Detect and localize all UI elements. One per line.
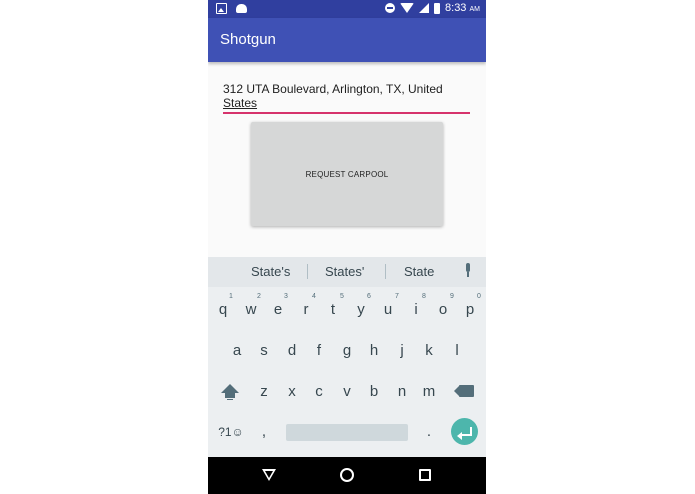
key-m[interactable]: m (416, 383, 442, 400)
request-carpool-button[interactable]: REQUEST CARPOOL (251, 122, 443, 226)
address-text-line2: States (223, 96, 258, 110)
key-r[interactable]: r (293, 301, 319, 318)
key-f[interactable]: f (306, 342, 332, 359)
key-a[interactable]: a (224, 342, 250, 359)
back-icon[interactable] (262, 469, 276, 481)
phone-screen: 8:33 AM Shotgun 312 UTA Boulevard, Arlin… (208, 0, 486, 494)
soft-keyboard: State's States' State 1 2 3 4 5 6 7 8 9 … (208, 257, 486, 457)
shift-key-icon[interactable] (220, 384, 240, 402)
key-u[interactable]: u (375, 301, 401, 318)
key-q[interactable]: q (210, 301, 236, 318)
app-bar: Shotgun (208, 18, 486, 62)
comma-key[interactable]: , (251, 423, 277, 440)
key-b[interactable]: b (361, 383, 387, 400)
period-key[interactable]: . (416, 423, 442, 440)
android-notification-icon (236, 4, 247, 13)
key-t[interactable]: t (320, 301, 346, 318)
microphone-icon[interactable] (464, 263, 472, 277)
suggestion-2[interactable]: States' (325, 264, 364, 279)
key-k[interactable]: k (416, 342, 442, 359)
do-not-disturb-icon (385, 3, 396, 13)
key-g[interactable]: g (334, 342, 360, 359)
wifi-icon (400, 3, 415, 13)
suggestion-bar: State's States' State (208, 257, 486, 287)
key-hint: 8 (422, 293, 426, 300)
status-time: 8:33 AM (445, 2, 480, 14)
address-text-line1: 312 UTA Boulevard, Arlington, TX, United (223, 82, 443, 96)
key-n[interactable]: n (389, 383, 415, 400)
key-e[interactable]: e (265, 301, 291, 318)
key-w[interactable]: w (238, 301, 264, 318)
key-hint: 4 (312, 293, 316, 300)
key-hint: 3 (284, 293, 288, 300)
navigation-bar (208, 457, 486, 494)
enter-key-icon[interactable] (451, 418, 478, 445)
recents-icon[interactable] (419, 469, 431, 481)
image-notification-icon (216, 3, 227, 14)
key-hint: 1 (229, 293, 233, 300)
key-p[interactable]: p (457, 301, 483, 318)
address-input[interactable]: 312 UTA Boulevard, Arlington, TX, United… (223, 82, 470, 114)
key-o[interactable]: o (430, 301, 456, 318)
key-h[interactable]: h (361, 342, 387, 359)
key-i[interactable]: i (403, 301, 429, 318)
key-x[interactable]: x (279, 383, 305, 400)
key-hint: 7 (395, 293, 399, 300)
symbols-key[interactable]: ?1☺ (214, 425, 248, 439)
home-icon[interactable] (340, 468, 354, 482)
backspace-key-icon[interactable] (454, 385, 474, 397)
battery-icon (434, 2, 441, 14)
suggestion-1[interactable]: State's (251, 264, 290, 279)
key-s[interactable]: s (251, 342, 277, 359)
space-key[interactable] (286, 424, 408, 441)
suggestion-separator (307, 264, 308, 279)
key-j[interactable]: j (389, 342, 415, 359)
key-hint: 6 (367, 293, 371, 300)
suggestion-separator (385, 264, 386, 279)
key-y[interactable]: y (348, 301, 374, 318)
key-hint: 9 (450, 293, 454, 300)
key-d[interactable]: d (279, 342, 305, 359)
key-l[interactable]: l (444, 342, 470, 359)
key-v[interactable]: v (334, 383, 360, 400)
key-hint: 5 (340, 293, 344, 300)
key-hint: 2 (257, 293, 261, 300)
key-z[interactable]: z (251, 383, 277, 400)
key-hint: 0 (477, 293, 481, 300)
app-title: Shotgun (220, 31, 276, 48)
key-c[interactable]: c (306, 383, 332, 400)
suggestion-3[interactable]: State (404, 264, 434, 279)
status-bar: 8:33 AM (208, 0, 486, 18)
cell-signal-icon (419, 3, 430, 13)
